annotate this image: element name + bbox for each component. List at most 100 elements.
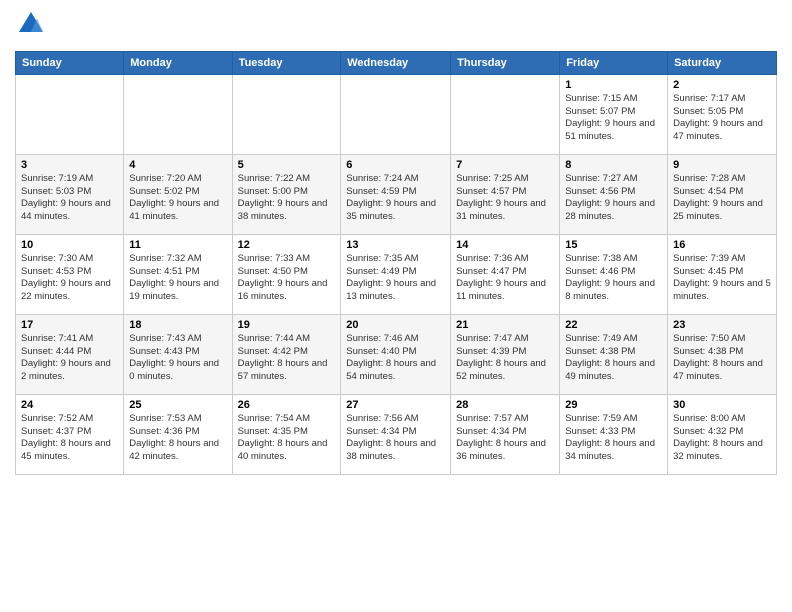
calendar-day-cell: 2 Sunrise: 7:17 AM Sunset: 5:05 PM Daylig… [668, 74, 777, 154]
calendar-day-cell: 30 Sunrise: 8:00 AM Sunset: 4:32 PM Dayli… [668, 394, 777, 474]
day-number: 5 [238, 159, 336, 171]
day-info: Sunrise: 7:17 AM Sunset: 5:05 PM Dayligh… [673, 93, 771, 144]
day-number: 17 [21, 319, 118, 331]
calendar-day-cell: 23 Sunrise: 7:50 AM Sunset: 4:38 PM Dayli… [668, 314, 777, 394]
day-number: 6 [346, 159, 445, 171]
calendar-day-cell: 26 Sunrise: 7:54 AM Sunset: 4:35 PM Dayli… [232, 394, 341, 474]
calendar-day-cell: 29 Sunrise: 7:59 AM Sunset: 4:33 PM Dayli… [560, 394, 668, 474]
calendar-day-cell: 28 Sunrise: 7:57 AM Sunset: 4:34 PM Dayli… [451, 394, 560, 474]
day-number: 14 [456, 239, 554, 251]
calendar-day-cell: 16 Sunrise: 7:39 AM Sunset: 4:45 PM Dayli… [668, 234, 777, 314]
day-info: Sunrise: 7:28 AM Sunset: 4:54 PM Dayligh… [673, 173, 771, 224]
day-number: 16 [673, 239, 771, 251]
day-info: Sunrise: 7:38 AM Sunset: 4:46 PM Dayligh… [565, 253, 662, 304]
calendar-day-cell: 17 Sunrise: 7:41 AM Sunset: 4:44 PM Dayli… [16, 314, 124, 394]
day-number: 2 [673, 79, 771, 91]
calendar-day-cell: 11Sunrise: 7:32 AM Sunset: 4:51 PM Dayli… [124, 234, 232, 314]
calendar-day-cell: 27 Sunrise: 7:56 AM Sunset: 4:34 PM Dayli… [341, 394, 451, 474]
calendar-week-row: 10 Sunrise: 7:30 AM Sunset: 4:53 PM Dayli… [16, 234, 777, 314]
calendar-week-row: 17 Sunrise: 7:41 AM Sunset: 4:44 PM Dayli… [16, 314, 777, 394]
day-info: Sunrise: 7:24 AM Sunset: 4:59 PM Dayligh… [346, 173, 445, 224]
calendar-day-cell: 14 Sunrise: 7:36 AM Sunset: 4:47 PM Dayli… [451, 234, 560, 314]
day-number: 18 [129, 319, 226, 331]
calendar-day-cell: 10 Sunrise: 7:30 AM Sunset: 4:53 PM Dayli… [16, 234, 124, 314]
day-info: Sunrise: 7:49 AM Sunset: 4:38 PM Dayligh… [565, 333, 662, 384]
day-number: 15 [565, 239, 662, 251]
day-number: 26 [238, 399, 336, 411]
day-number: 4 [129, 159, 226, 171]
day-info: Sunrise: 7:54 AM Sunset: 4:35 PM Dayligh… [238, 413, 336, 464]
day-info: Sunrise: 7:22 AM Sunset: 5:00 PM Dayligh… [238, 173, 336, 224]
calendar-day-cell: 15 Sunrise: 7:38 AM Sunset: 4:46 PM Dayli… [560, 234, 668, 314]
calendar-day-cell: 5 Sunrise: 7:22 AM Sunset: 5:00 PM Daylig… [232, 154, 341, 234]
header [15, 10, 777, 43]
calendar-day-cell: 24Sunrise: 7:52 AM Sunset: 4:37 PM Dayli… [16, 394, 124, 474]
day-info: Sunrise: 7:32 AM Sunset: 4:51 PM Dayligh… [129, 253, 226, 304]
day-info: Sunrise: 7:20 AM Sunset: 5:02 PM Dayligh… [129, 173, 226, 224]
logo-icon [17, 10, 45, 38]
calendar-day-cell: 4 Sunrise: 7:20 AM Sunset: 5:02 PM Daylig… [124, 154, 232, 234]
day-number: 19 [238, 319, 336, 331]
calendar-day-cell: 6 Sunrise: 7:24 AM Sunset: 4:59 PM Daylig… [341, 154, 451, 234]
day-info: Sunrise: 7:46 AM Sunset: 4:40 PM Dayligh… [346, 333, 445, 384]
day-number: 20 [346, 319, 445, 331]
calendar-day-cell: 25 Sunrise: 7:53 AM Sunset: 4:36 PM Dayli… [124, 394, 232, 474]
calendar-day-cell: 18 Sunrise: 7:43 AM Sunset: 4:43 PM Dayli… [124, 314, 232, 394]
day-number: 1 [565, 79, 662, 91]
day-info: Sunrise: 7:25 AM Sunset: 4:57 PM Dayligh… [456, 173, 554, 224]
day-number: 24 [21, 399, 118, 411]
day-info: Sunrise: 7:59 AM Sunset: 4:33 PM Dayligh… [565, 413, 662, 464]
calendar-day-cell: 21 Sunrise: 7:47 AM Sunset: 4:39 PM Dayli… [451, 314, 560, 394]
day-info: Sunrise: 7:56 AM Sunset: 4:34 PM Dayligh… [346, 413, 445, 464]
day-info: Sunrise: 8:00 AM Sunset: 4:32 PM Dayligh… [673, 413, 771, 464]
calendar-day-cell: 8 Sunrise: 7:27 AM Sunset: 4:56 PM Daylig… [560, 154, 668, 234]
calendar-day-cell: 7 Sunrise: 7:25 AM Sunset: 4:57 PM Daylig… [451, 154, 560, 234]
calendar-header-cell: Wednesday [341, 51, 451, 74]
day-number: 12 [238, 239, 336, 251]
day-number: 10 [21, 239, 118, 251]
day-number: 30 [673, 399, 771, 411]
day-info: Sunrise: 7:44 AM Sunset: 4:42 PM Dayligh… [238, 333, 336, 384]
calendar-day-cell: 22Sunrise: 7:49 AM Sunset: 4:38 PM Dayli… [560, 314, 668, 394]
day-info: Sunrise: 7:47 AM Sunset: 4:39 PM Dayligh… [456, 333, 554, 384]
day-info: Sunrise: 7:19 AM Sunset: 5:03 PM Dayligh… [21, 173, 118, 224]
calendar-day-cell [232, 74, 341, 154]
day-number: 7 [456, 159, 554, 171]
calendar-body: 1 Sunrise: 7:15 AM Sunset: 5:07 PM Daylig… [16, 74, 777, 474]
calendar-day-cell: 20 Sunrise: 7:46 AM Sunset: 4:40 PM Dayli… [341, 314, 451, 394]
day-info: Sunrise: 7:43 AM Sunset: 4:43 PM Dayligh… [129, 333, 226, 384]
calendar-header-cell: Saturday [668, 51, 777, 74]
day-number: 29 [565, 399, 662, 411]
calendar-header-cell: Monday [124, 51, 232, 74]
day-number: 8 [565, 159, 662, 171]
calendar-week-row: 1 Sunrise: 7:15 AM Sunset: 5:07 PM Daylig… [16, 74, 777, 154]
day-number: 21 [456, 319, 554, 331]
day-number: 28 [456, 399, 554, 411]
day-info: Sunrise: 7:27 AM Sunset: 4:56 PM Dayligh… [565, 173, 662, 224]
calendar-day-cell: 12 Sunrise: 7:33 AM Sunset: 4:50 PM Dayli… [232, 234, 341, 314]
calendar-header-cell: Friday [560, 51, 668, 74]
calendar-day-cell [341, 74, 451, 154]
day-info: Sunrise: 7:41 AM Sunset: 4:44 PM Dayligh… [21, 333, 118, 384]
day-number: 25 [129, 399, 226, 411]
day-info: Sunrise: 7:30 AM Sunset: 4:53 PM Dayligh… [21, 253, 118, 304]
day-info: Sunrise: 7:36 AM Sunset: 4:47 PM Dayligh… [456, 253, 554, 304]
day-info: Sunrise: 7:50 AM Sunset: 4:38 PM Dayligh… [673, 333, 771, 384]
day-info: Sunrise: 7:33 AM Sunset: 4:50 PM Dayligh… [238, 253, 336, 304]
day-info: Sunrise: 7:15 AM Sunset: 5:07 PM Dayligh… [565, 93, 662, 144]
day-info: Sunrise: 7:39 AM Sunset: 4:45 PM Dayligh… [673, 253, 771, 304]
calendar-week-row: 3 Sunrise: 7:19 AM Sunset: 5:03 PM Daylig… [16, 154, 777, 234]
day-info: Sunrise: 7:57 AM Sunset: 4:34 PM Dayligh… [456, 413, 554, 464]
calendar-day-cell [16, 74, 124, 154]
calendar-day-cell [124, 74, 232, 154]
page: SundayMondayTuesdayWednesdayThursdayFrid… [0, 0, 792, 612]
day-number: 13 [346, 239, 445, 251]
day-number: 3 [21, 159, 118, 171]
day-info: Sunrise: 7:53 AM Sunset: 4:36 PM Dayligh… [129, 413, 226, 464]
calendar-day-cell: 13 Sunrise: 7:35 AM Sunset: 4:49 PM Dayli… [341, 234, 451, 314]
day-number: 23 [673, 319, 771, 331]
day-number: 27 [346, 399, 445, 411]
calendar-day-cell: 3 Sunrise: 7:19 AM Sunset: 5:03 PM Daylig… [16, 154, 124, 234]
calendar-week-row: 24Sunrise: 7:52 AM Sunset: 4:37 PM Dayli… [16, 394, 777, 474]
day-info: Sunrise: 7:35 AM Sunset: 4:49 PM Dayligh… [346, 253, 445, 304]
